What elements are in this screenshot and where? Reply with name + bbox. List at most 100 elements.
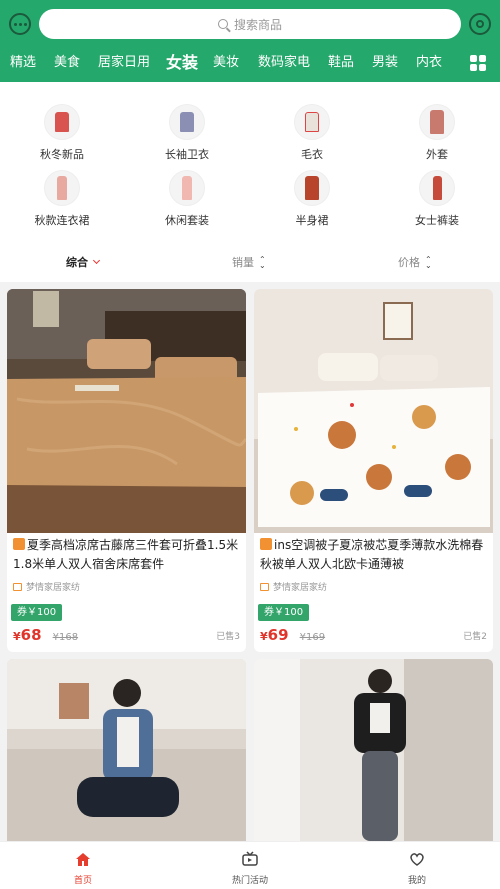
coupon-badge[interactable]: 券￥100 xyxy=(258,604,310,621)
subcategory-pants[interactable]: 女士裤装 xyxy=(387,170,487,228)
message-button[interactable] xyxy=(9,13,31,35)
tab-electronics[interactable]: 数码家电 xyxy=(258,44,310,82)
suit-icon xyxy=(182,176,192,200)
heart-user-icon xyxy=(410,853,424,866)
sweater-icon xyxy=(305,112,319,132)
shop-name: 梦情家居家纺 xyxy=(260,580,327,593)
tab-underwear[interactable]: 内衣 xyxy=(416,44,442,82)
bottom-nav: 首页 热门活动 我的 xyxy=(0,841,500,889)
tab-food[interactable]: 美食 xyxy=(54,44,80,82)
sold-count: 已售3 xyxy=(216,632,240,642)
subcategory-label: 秋冬新品 xyxy=(40,148,84,161)
tab-featured[interactable]: 精选 xyxy=(10,44,36,82)
subcategory-hoodie[interactable]: 长袖卫衣 xyxy=(137,104,237,162)
tab-shoes[interactable]: 鞋品 xyxy=(328,44,354,82)
gear-icon xyxy=(476,20,484,28)
coat-icon xyxy=(430,110,444,134)
search-input[interactable]: 搜索商品 xyxy=(39,9,461,39)
subcategory-label: 长袖卫衣 xyxy=(165,148,209,161)
category-tabs: 精选 美食 居家日用 女装 美妆 数码家电 鞋品 男装 内衣 xyxy=(0,44,500,82)
skirt-icon xyxy=(305,176,319,200)
subcategory-dress[interactable]: 秋款连衣裙 xyxy=(12,170,112,228)
tab-beauty[interactable]: 美妆 xyxy=(213,44,239,82)
original-price: ¥168 xyxy=(52,632,79,643)
search-placeholder: 搜索商品 xyxy=(233,17,282,32)
settings-button[interactable] xyxy=(469,13,491,35)
currency-symbol: ¥ xyxy=(260,630,268,643)
sort-label: 综合 xyxy=(66,256,88,269)
original-price: ¥169 xyxy=(299,632,326,643)
tmall-tag-icon xyxy=(260,538,272,550)
coupon-badge[interactable]: 券￥100 xyxy=(11,604,63,621)
product-image-model-standing xyxy=(254,659,493,841)
nav-events-label: 热门活动 xyxy=(231,876,268,886)
dress-icon xyxy=(57,176,67,200)
subcategory-coat[interactable]: 外套 xyxy=(387,104,487,162)
tab-home-goods[interactable]: 居家日用 xyxy=(98,44,150,82)
subcategory-label: 外套 xyxy=(426,148,448,161)
tab-womens-wear[interactable]: 女装 xyxy=(166,44,198,82)
subcategory-label: 秋款连衣裙 xyxy=(34,214,90,227)
subcategory-label: 半身裙 xyxy=(295,214,329,227)
sort-updown-icon: ⌃ ⌄ xyxy=(259,255,266,270)
price-row: ¥69 ¥169 已售2 xyxy=(260,625,487,645)
search-icon xyxy=(217,19,228,29)
shop-name: 梦情家居家纺 xyxy=(13,580,80,593)
hoodie-icon xyxy=(180,112,194,132)
sort-comprehensive[interactable]: 综合 xyxy=(66,248,101,278)
price-value: 68 xyxy=(20,626,42,644)
subcategory-thumb xyxy=(294,104,330,140)
jacket-icon xyxy=(55,112,69,132)
product-title-text: ins空调被子夏凉被芯夏季薄款水洗棉春秋被单人双人北欧卡通薄被 xyxy=(260,538,484,571)
subcategory-label: 休闲套装 xyxy=(165,214,209,227)
product-card[interactable]: ins空调被子夏凉被芯夏季薄款水洗棉春秋被单人双人北欧卡通薄被 梦情家居家纺 券… xyxy=(254,289,493,652)
current-price: ¥68 xyxy=(13,626,42,644)
nav-mine-label: 我的 xyxy=(407,876,426,886)
sort-label: 销量 xyxy=(232,256,254,269)
subcategory-autumn-new[interactable]: 秋冬新品 xyxy=(12,104,112,162)
subcategory-thumb xyxy=(169,170,205,206)
chevron-down-icon xyxy=(92,256,101,265)
subcategory-label: 女士裤装 xyxy=(415,214,459,227)
tab-menswear[interactable]: 男装 xyxy=(372,44,398,82)
product-card[interactable]: 夏季高档凉席古藤席三件套可折叠1.5米1.8米单人双人宿舍床席套件 梦情家居家纺… xyxy=(7,289,246,652)
sort-bar: 综合 销量 ⌃ ⌄ 价格 ⌃ ⌄ xyxy=(0,248,500,278)
product-title[interactable]: ins空调被子夏凉被芯夏季薄款水洗棉春秋被单人双人北欧卡通薄被 xyxy=(260,536,487,574)
shop-icon xyxy=(13,583,22,591)
sort-label: 价格 xyxy=(398,256,420,269)
product-card[interactable] xyxy=(7,659,246,841)
shop-icon xyxy=(260,583,269,591)
nav-mine[interactable]: 我的 xyxy=(367,842,467,889)
top-bar: 搜索商品 xyxy=(0,6,500,42)
subcategory-thumb xyxy=(169,104,205,140)
tmall-tag-icon xyxy=(13,538,25,550)
subcategory-casual-suit[interactable]: 休闲套装 xyxy=(137,170,237,228)
price-row: ¥68 ¥168 已售3 xyxy=(13,625,240,645)
subcategory-thumb xyxy=(419,104,455,140)
current-price: ¥69 xyxy=(260,626,289,644)
sort-sales[interactable]: 销量 ⌃ ⌄ xyxy=(232,248,266,278)
product-image-bamboo-mat xyxy=(7,289,246,533)
sort-price[interactable]: 价格 ⌃ ⌄ xyxy=(398,248,432,278)
product-image-model-sitting xyxy=(7,659,246,841)
product-card[interactable] xyxy=(254,659,493,841)
header: 搜索商品 精选 美食 居家日用 女装 美妆 数码家电 鞋品 男装 内衣 xyxy=(0,0,500,82)
subcategory-thumb xyxy=(294,170,330,206)
subcategory-sweater[interactable]: 毛衣 xyxy=(262,104,362,162)
subcategory-thumb xyxy=(44,170,80,206)
shop-name-text: 梦情家居家纺 xyxy=(273,583,328,593)
currency-symbol: ¥ xyxy=(13,630,21,643)
product-title-text: 夏季高档凉席古藤席三件套可折叠1.5米1.8米单人双人宿舍床席套件 xyxy=(13,538,239,571)
nav-home[interactable]: 首页 xyxy=(33,842,133,889)
product-title[interactable]: 夏季高档凉席古藤席三件套可折叠1.5米1.8米单人双人宿舍床席套件 xyxy=(13,536,240,574)
pants-icon xyxy=(432,176,442,200)
nav-hot-events[interactable]: 热门活动 xyxy=(200,842,300,889)
subcategory-thumb xyxy=(44,104,80,140)
nav-home-label: 首页 xyxy=(73,876,92,886)
all-categories-grid-icon[interactable] xyxy=(470,55,486,71)
price-value: 69 xyxy=(267,626,289,644)
sold-count: 已售2 xyxy=(463,632,487,642)
sort-updown-icon: ⌃ ⌄ xyxy=(425,255,432,270)
subcategory-skirt[interactable]: 半身裙 xyxy=(262,170,362,228)
subcategory-label: 毛衣 xyxy=(301,148,323,161)
